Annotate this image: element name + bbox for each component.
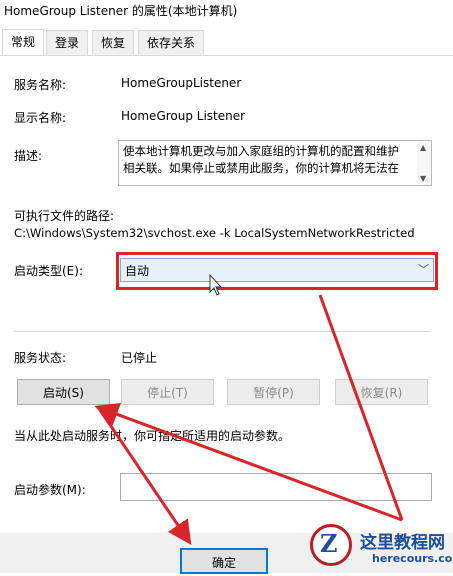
- watermark-url: herecours.com: [372, 552, 453, 565]
- tab-bar: 常规 登录 恢复 依存关系: [0, 29, 453, 56]
- divider: [14, 331, 430, 332]
- window-title: HomeGroup Listener 的属性(本地计算机): [4, 4, 238, 18]
- description-line-1: 使本地计算机更改与加入家庭组的计算机的配置和维护: [123, 144, 399, 158]
- service-name-label: 服务名称:: [14, 78, 67, 92]
- scroll-down-icon[interactable]: ▼: [420, 174, 426, 183]
- watermark-name: 这里教程网: [360, 533, 445, 553]
- logo-letter: Z: [320, 529, 338, 558]
- scroll-up-icon[interactable]: ▲: [420, 143, 426, 152]
- start-params-input[interactable]: [120, 473, 432, 501]
- description-label: 描述:: [14, 149, 43, 163]
- tab-logon[interactable]: 登录: [46, 30, 88, 55]
- display-name-value: HomeGroup Listener: [121, 109, 246, 123]
- annotation-highlight-box: [116, 252, 438, 290]
- display-name-label: 显示名称:: [14, 111, 67, 125]
- stop-button[interactable]: 停止(T): [121, 379, 214, 405]
- tab-dependencies[interactable]: 依存关系: [138, 30, 204, 55]
- exe-path-label: 可执行文件的路径:: [14, 209, 115, 223]
- tab-recovery[interactable]: 恢复: [92, 30, 134, 55]
- resume-button[interactable]: 恢复(R): [335, 379, 428, 405]
- start-params-hint: 当从此处启动服务时，你可指定所适用的启动参数。: [14, 429, 291, 443]
- description-box[interactable]: 使本地计算机更改与加入家庭组的计算机的配置和维护 相关联。如果停止或禁用此服务，…: [118, 140, 432, 186]
- service-status-label: 服务状态:: [14, 351, 67, 365]
- service-name-value: HomeGroupListener: [121, 76, 242, 90]
- start-params-label: 启动参数(M):: [14, 483, 86, 497]
- watermark-logo: Z 这里教程网 herecours.com: [304, 520, 453, 573]
- ok-button[interactable]: 确定: [180, 548, 268, 574]
- exe-path-value: C:\Windows\System32\svchost.exe -k Local…: [14, 226, 415, 240]
- startup-type-label: 启动类型(E):: [14, 264, 83, 278]
- tab-general[interactable]: 常规: [2, 29, 44, 55]
- service-status-value: 已停止: [121, 351, 158, 365]
- window-titlebar: HomeGroup Listener 的属性(本地计算机): [0, 0, 453, 22]
- description-line-2: 相关联。如果停止或禁用此服务，你的计算机将无法在: [123, 161, 399, 175]
- description-scrollbar[interactable]: ▲ ▼: [417, 141, 431, 185]
- start-button[interactable]: 启动(S): [17, 379, 110, 405]
- pause-button[interactable]: 暂停(P): [227, 379, 320, 405]
